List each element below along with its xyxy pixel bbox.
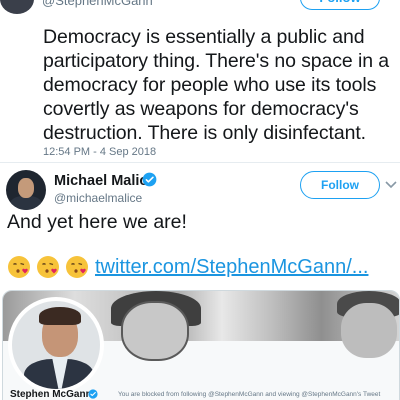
avatar-face [18,178,34,198]
profile-name[interactable]: Stephen McGann [10,389,92,400]
blocked-message: You are blocked from following @StephenM… [118,391,381,398]
kissing-face-heart-emoji-icon [37,256,59,278]
reply-tweet-author-name[interactable]: Michael Malice [54,173,156,189]
banner-figure [341,303,397,358]
top-tweet-handle[interactable]: @StephenMcGann [42,0,153,8]
verified-badge-icon [88,389,98,399]
tweet-divider [0,162,400,163]
avatar-shirt [10,196,42,210]
top-tweet-timestamp[interactable]: 12:54 PM - 4 Sep 2018 [43,146,156,158]
reply-tweet-handle[interactable]: @michaelmalice [54,191,142,205]
profile-avatar[interactable] [8,297,104,393]
kissing-face-heart-emoji-icon [66,256,88,278]
chevron-down-icon[interactable] [385,180,397,190]
reply-follow-button[interactable]: Follow [300,171,380,199]
tweet-link[interactable]: twitter.com/StephenMcGann/... [95,256,368,279]
reply-tweet-text: And yet here we are! [7,211,187,233]
kissing-face-heart-emoji-icon [8,256,30,278]
verified-badge-icon [142,172,157,187]
banner-figure [121,301,189,361]
avatar-hair [39,307,81,325]
top-tweet-text: Democracy is essentially a public and pa… [43,26,390,144]
top-follow-button[interactable]: Follow [300,0,380,10]
reply-tweet-avatar[interactable] [6,170,46,210]
top-tweet-avatar[interactable] [0,0,34,14]
